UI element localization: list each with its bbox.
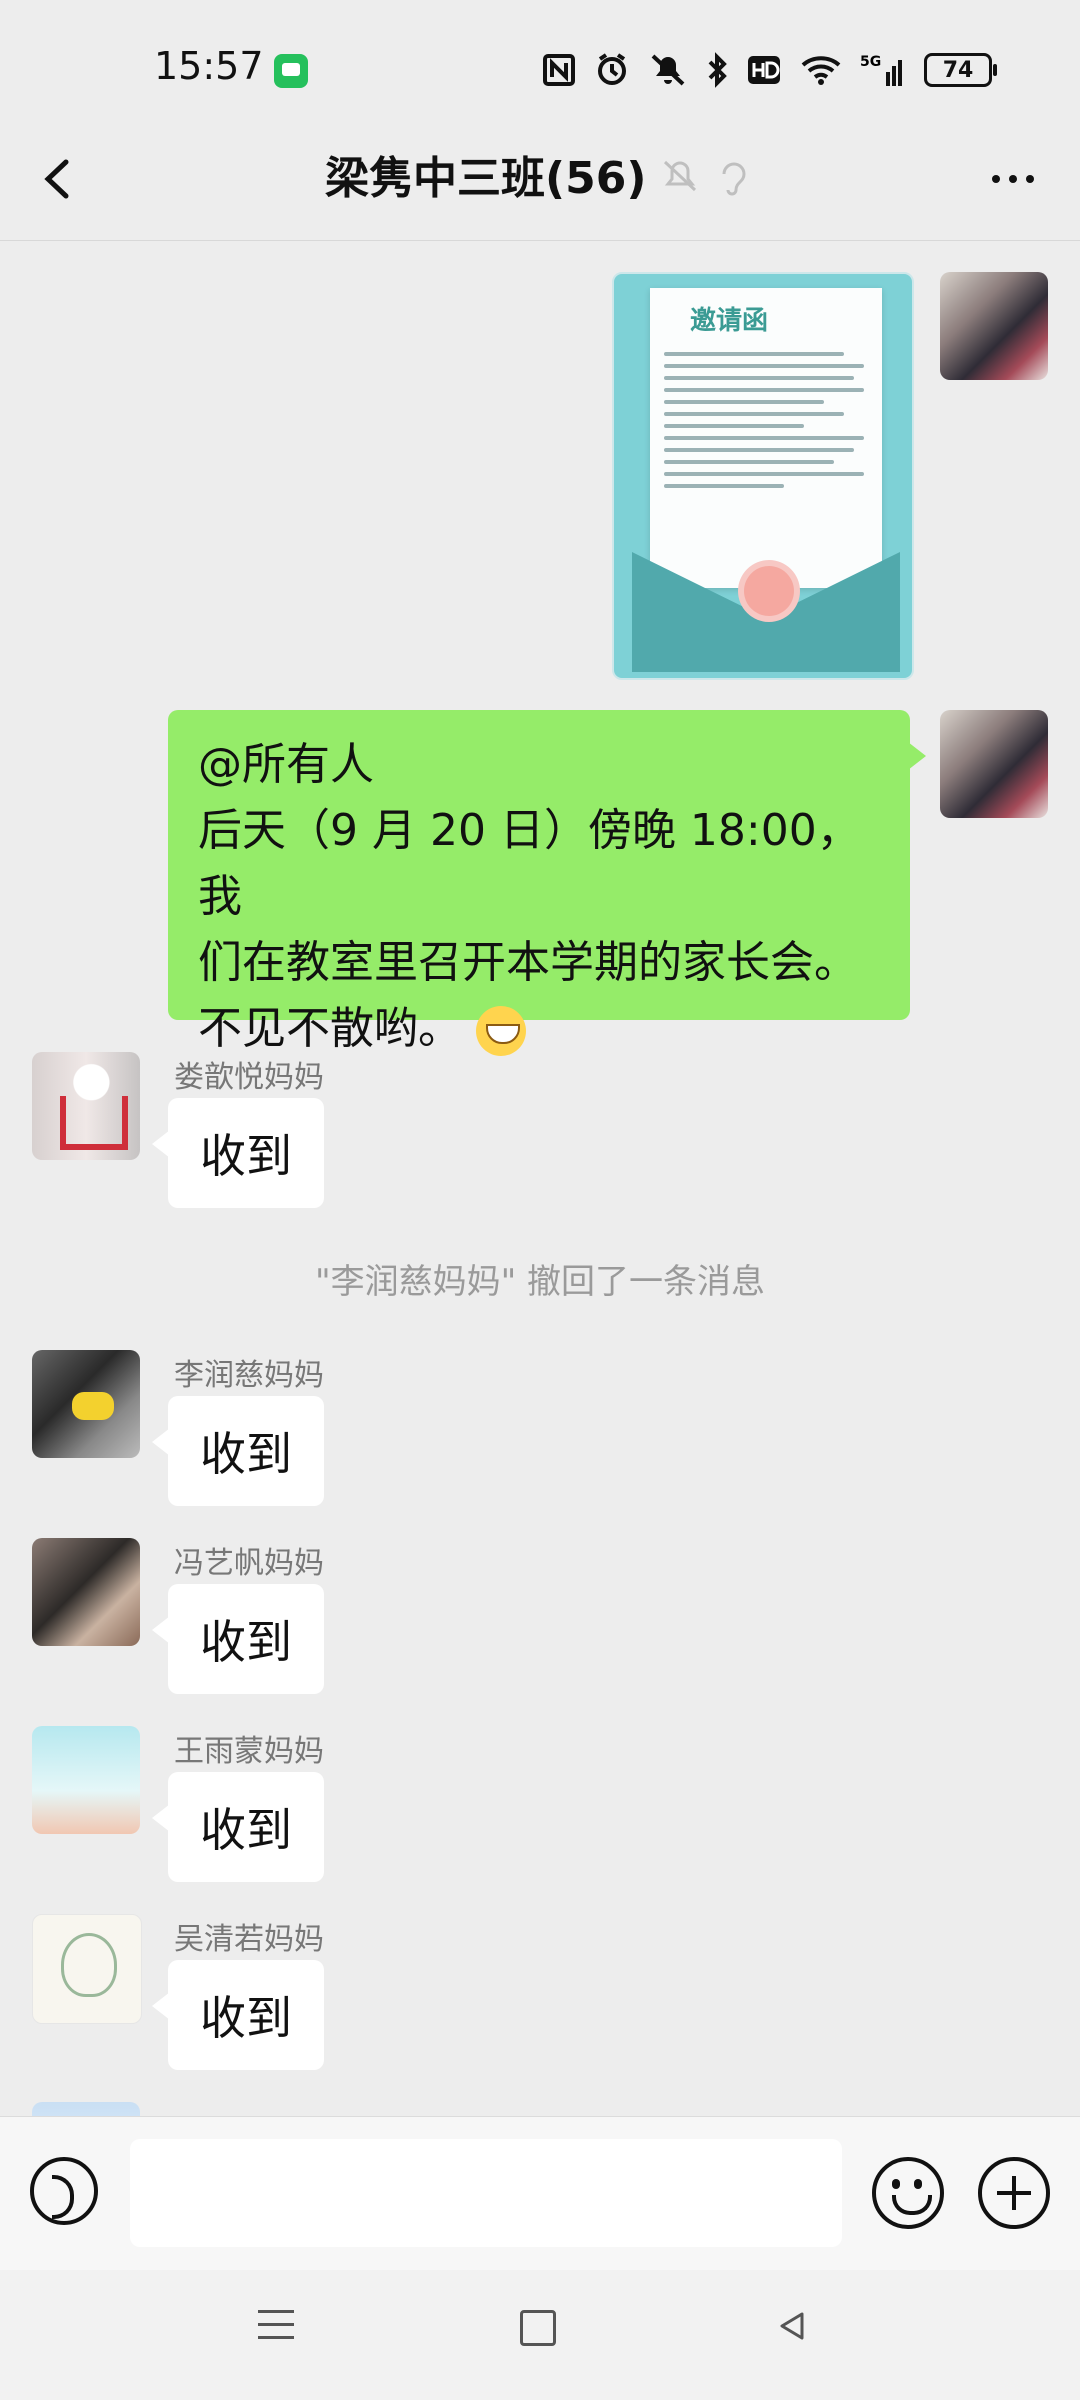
sender-name: 李润慈妈妈 — [174, 1358, 324, 1393]
grin-emoji-icon — [476, 1006, 526, 1056]
text-line — [664, 436, 864, 440]
back-nav-button[interactable] — [774, 2308, 810, 2344]
invitation-paper: 邀请函 — [650, 288, 882, 588]
battery-level: 74 — [942, 57, 974, 83]
text-line — [664, 424, 804, 428]
emoji-button[interactable] — [872, 2157, 944, 2229]
invitation-image[interactable]: 邀请函 — [612, 272, 914, 680]
invitation-title: 邀请函 — [690, 306, 769, 336]
received-message-bubble[interactable]: 收到 — [152, 1960, 324, 2070]
sent-message-bubble[interactable]: @所有人 后天（9 月 20 日）傍晚 18:00，我 们在教室里召开本学期的家… — [168, 710, 926, 1056]
flower-graphic — [744, 566, 794, 616]
sender-name: 王雨蒙妈妈 — [174, 1734, 324, 1769]
hd-icon — [746, 50, 782, 90]
battery-icon: 74 — [924, 53, 997, 87]
chat-area[interactable]: 邀请函 @所有人 后天（9 月 20 日）傍晚 18:00，我 们在教室里召开本… — [0, 240, 1080, 2116]
status-icons: 5G 74 — [542, 48, 997, 92]
my-avatar[interactable] — [940, 272, 1048, 380]
sender-avatar[interactable] — [32, 1726, 140, 1834]
text-line — [664, 352, 844, 356]
received-message-bubble[interactable]: 收到 — [152, 1584, 324, 1694]
silent-icon — [648, 50, 688, 90]
text-line — [664, 388, 864, 392]
my-avatar[interactable] — [940, 710, 1048, 818]
status-bar: 15:57 5G 74 — [0, 0, 1080, 120]
message-composer — [0, 2116, 1080, 2271]
sender-avatar-partial[interactable] — [32, 2102, 140, 2116]
text-line — [664, 364, 864, 368]
back-button[interactable] — [30, 144, 90, 214]
status-time: 15:57 — [154, 44, 264, 88]
text-line — [664, 472, 864, 476]
system-navigation-bar — [0, 2270, 1080, 2400]
text-line — [664, 400, 824, 404]
bluetooth-icon — [706, 50, 728, 90]
home-button[interactable] — [520, 2310, 556, 2346]
sender-avatar[interactable] — [32, 1350, 140, 1458]
message-line: @所有人 — [198, 739, 374, 790]
received-message-bubble[interactable]: 收到 — [152, 1098, 324, 1208]
text-line — [664, 376, 854, 380]
system-note: "李润慈妈妈" 撤回了一条消息 — [314, 1262, 766, 1302]
sender-avatar[interactable] — [32, 1538, 140, 1646]
sender-name: 娄歆悦妈妈 — [174, 1060, 324, 1095]
received-message-bubble[interactable]: 收到 — [152, 1772, 324, 1882]
sender-avatar[interactable] — [32, 1914, 142, 2024]
page-title: 梁隽中三班(56) — [325, 153, 647, 204]
mute-icon — [660, 154, 700, 198]
voice-input-button[interactable] — [30, 2157, 98, 2225]
text-line — [664, 484, 784, 488]
more-actions-button[interactable] — [978, 2157, 1050, 2229]
message-input[interactable] — [130, 2139, 842, 2247]
sender-avatar[interactable] — [32, 1052, 140, 1160]
message-line: 不见不散哟。 — [198, 1003, 462, 1054]
svg-text:5G: 5G — [860, 54, 881, 70]
sender-name: 冯艺帆妈妈 — [174, 1546, 324, 1581]
recent-apps-button[interactable] — [258, 2310, 294, 2340]
chat-notification-icon — [274, 54, 308, 88]
chat-header: 梁隽中三班(56) — [0, 120, 1080, 241]
more-options-button[interactable] — [978, 154, 1048, 204]
wifi-icon — [800, 50, 842, 90]
text-line — [664, 448, 854, 452]
ear-icon — [712, 154, 752, 198]
message-line: 后天（9 月 20 日）傍晚 18:00，我 — [198, 805, 861, 922]
text-line — [664, 412, 844, 416]
received-message-bubble[interactable]: 收到 — [152, 1396, 324, 1506]
message-line: 们在教室里召开本学期的家长会。 — [198, 937, 858, 988]
text-line — [664, 460, 834, 464]
invitation-text-lines — [664, 344, 864, 496]
nfc-icon — [542, 50, 576, 90]
5g-signal-icon: 5G — [860, 50, 906, 90]
sender-name: 吴清若妈妈 — [174, 1922, 324, 1957]
alarm-icon — [594, 50, 630, 90]
